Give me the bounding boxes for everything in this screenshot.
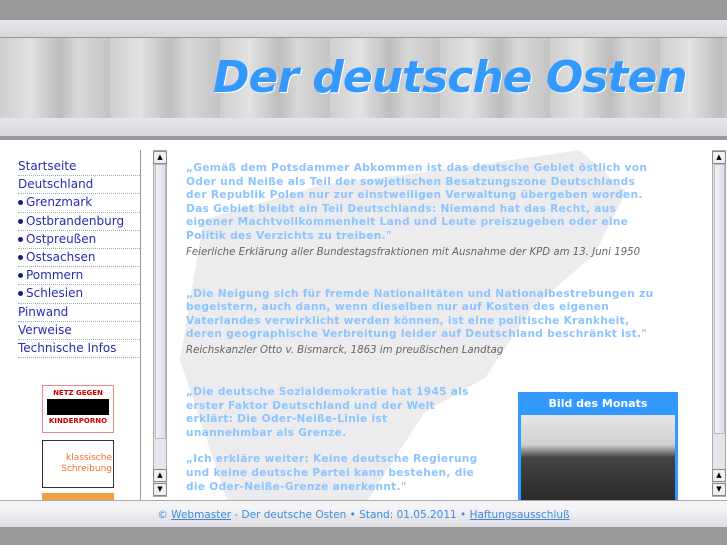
sidebar-nav: Startseite Deutschland Grenzmark Ostbranden… <box>18 158 140 359</box>
scroll-up-icon[interactable]: ▲ <box>712 151 726 164</box>
nav-item-label: Grenzmark <box>26 195 93 210</box>
nav-item-technische-infos[interactable]: Technische Infos <box>18 340 140 359</box>
nav-item-pommern[interactable]: Pommern <box>18 267 140 286</box>
nav-scrollbar[interactable]: ▲ ▲ ▼ <box>153 150 167 497</box>
nav-item-label: Deutschland <box>18 177 94 192</box>
ad-netz-gegen-kinderporno[interactable]: NETZ GEGEN KINDERPORNO <box>42 385 114 433</box>
nav-item-label: Ostpreußen <box>26 231 97 246</box>
nav-item-label: Startseite <box>18 159 77 173</box>
scroll-up-icon[interactable]: ▲ <box>153 151 167 164</box>
bullet-icon <box>18 254 23 260</box>
nav-item-label: Schlesien <box>26 286 84 301</box>
nav-item-label: Ostbrandenburg <box>26 213 125 228</box>
footer: © Webmaster - Der deutsche Osten • Stand… <box>0 500 727 528</box>
nav-item-label: Pommern <box>26 268 84 283</box>
copyright: © <box>157 509 168 521</box>
main-scrollbar[interactable]: ▲ ▲ ▼ <box>712 150 726 497</box>
nav-item-label: Technische Infos <box>18 340 117 355</box>
quote: „Die deutsche Sozialdemokratie hat 1945 … <box>186 385 469 439</box>
black-bar <box>47 399 109 415</box>
bullet-icon <box>18 291 23 297</box>
picture-of-month-title: Bild des Monats <box>548 397 648 410</box>
nav-item-verweise[interactable]: Verweise <box>18 322 140 340</box>
header-banner: Der deutsche Osten <box>0 38 727 118</box>
nav-item-pinwand[interactable]: Pinwand <box>18 304 140 322</box>
nav-item-startseite[interactable]: Startseite <box>18 158 140 177</box>
scrollbar-thumb[interactable] <box>155 164 166 439</box>
content-area: Startseite Deutschland Grenzmark Ostbranden… <box>0 140 727 501</box>
scroll-up-icon[interactable]: ▲ <box>712 469 726 482</box>
nav-item-grenzmark[interactable]: Grenzmark <box>18 194 140 213</box>
nav-item-label: Ostsachsen <box>26 249 96 264</box>
divider <box>140 150 141 500</box>
nav-item-ostsachsen[interactable]: Ostsachsen <box>18 249 140 268</box>
nav-item-label: Verweise <box>18 322 72 337</box>
picture-of-month-image[interactable] <box>521 415 675 500</box>
header-band-top <box>0 20 727 38</box>
bullet-icon <box>18 236 23 242</box>
bullet-icon <box>18 200 23 206</box>
scroll-down-icon[interactable]: ▼ <box>712 483 726 496</box>
nav-item-schlesien[interactable]: Schlesien <box>18 285 140 304</box>
scrollbar-thumb[interactable] <box>714 164 725 434</box>
quote-source: Feierliche Erklärung aller Bundestagsfra… <box>186 246 641 258</box>
quote: „Ich erkläre weiter: Keine deutsche Regi… <box>186 453 478 493</box>
site-title: Der deutsche Osten <box>213 52 688 103</box>
quote-source: Reichskanzler Otto v. Bismarck, 1863 im … <box>186 344 504 356</box>
header-band-bottom <box>0 118 727 137</box>
nav-item-label: Pinwand <box>18 304 69 319</box>
ad1-bottom-text: KINDERPORNO <box>48 417 108 425</box>
disclaimer-link[interactable]: Haftungsausschluß <box>470 509 570 521</box>
bullet-icon <box>18 218 23 224</box>
bullet-icon <box>18 273 23 279</box>
nav-item-deutschland[interactable]: Deutschland <box>18 176 140 195</box>
nav-item-ostbrandenburg[interactable]: Ostbrandenburg <box>18 213 140 231</box>
scroll-up-icon[interactable]: ▲ <box>153 469 167 482</box>
scroll-down-icon[interactable]: ▼ <box>153 483 167 496</box>
quote: „Die Neigung sich für fremde Nationalitä… <box>186 287 654 341</box>
nav-item-ostpreußen[interactable]: Ostpreußen <box>18 231 140 249</box>
webmaster-link[interactable]: Webmaster <box>171 509 231 521</box>
quote: „Gemäß dem Potsdammer Abkommen ist das d… <box>186 162 648 242</box>
ad-klassische-schreibung[interactable]: klassische Schreibung <box>42 440 114 488</box>
picture-of-month[interactable]: Bild des Monats <box>518 392 678 500</box>
footer-text: - Der deutsche Osten • Stand: 01.05.2011… <box>231 509 470 521</box>
ad1-top-text: NETZ GEGEN <box>53 389 103 397</box>
